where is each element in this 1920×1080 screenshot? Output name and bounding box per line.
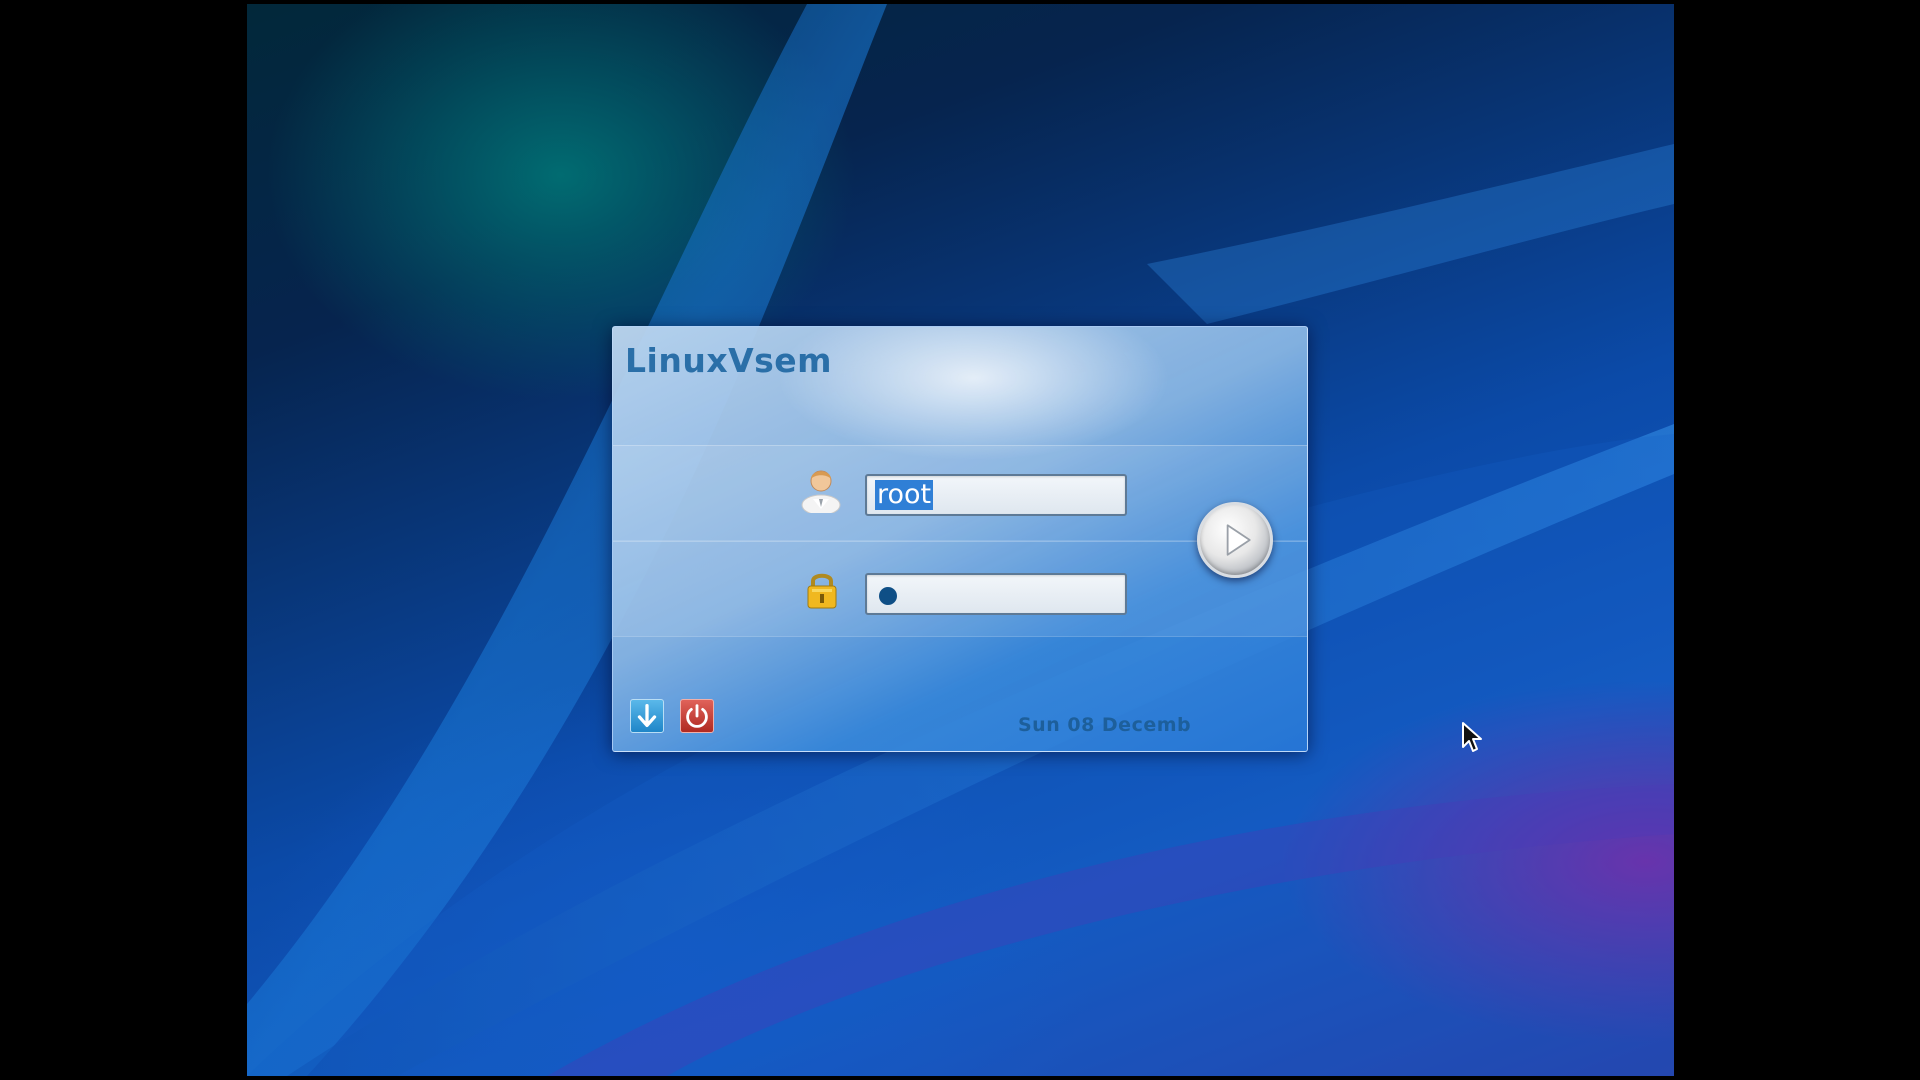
lock-icon [804, 570, 840, 610]
password-input[interactable] [865, 573, 1127, 615]
mouse-pointer-icon [1462, 722, 1482, 752]
play-arrow-icon [1226, 524, 1251, 556]
session-menu-button[interactable] [630, 699, 664, 733]
date-text: Sun 08 Decemb [1018, 714, 1192, 736]
dialog-title: LinuxVsem [625, 341, 833, 380]
login-dialog: LinuxVsem root Sun 08 Decemb [612, 326, 1308, 752]
password-mask-dot [879, 587, 897, 605]
username-input[interactable]: root [865, 474, 1127, 516]
power-icon [686, 704, 708, 728]
login-button[interactable] [1197, 502, 1273, 578]
shutdown-button[interactable] [680, 699, 714, 733]
username-value: root [875, 479, 934, 510]
desktop-background: LinuxVsem root Sun 08 Decemb [247, 4, 1674, 1076]
user-icon [799, 465, 843, 516]
down-arrow-icon [637, 704, 657, 728]
